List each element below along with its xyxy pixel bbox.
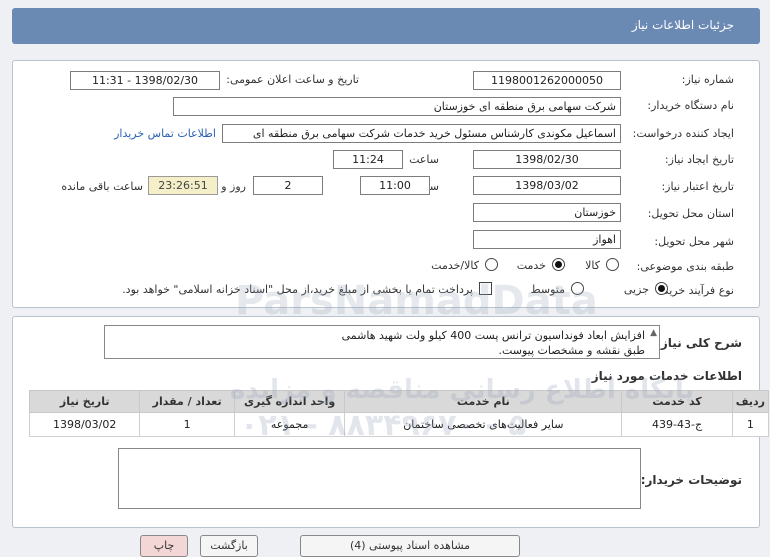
city-label: شهر محل تحویل: — [654, 235, 734, 248]
category-label: طبقه بندی موضوعی: — [636, 260, 734, 273]
remaining-days-field: 2 — [253, 176, 323, 195]
col-need-date: تاریخ نیاز — [28, 390, 141, 413]
services-header-row: ردیف کد خدمت نام خدمت واحد اندازه گیری ت… — [28, 390, 770, 413]
table-row: 1 ج-43-439 سایر فعالیت‌های تخصصی ساختمان… — [28, 412, 770, 437]
category-goods-label: کالا — [585, 259, 600, 272]
cell-service-name: سایر فعالیت‌های تخصصی ساختمان — [344, 412, 623, 437]
treasury-payment-checkbox[interactable] — [479, 282, 492, 295]
treasury-payment-note: پرداخت تمام یا بخشی از مبلغ خرید،از محل … — [122, 283, 473, 296]
valid-time-field: 11:00 — [360, 176, 430, 195]
page-header: جزئیات اطلاعات نیاز — [12, 8, 760, 44]
valid-date-label: تاریخ اعتبار نیاز: — [661, 180, 734, 193]
process-minor-label: جزیی — [623, 283, 649, 296]
days-label: روز و — [221, 180, 246, 193]
announce-field: 1398/02/30 - 11:31 — [70, 71, 220, 90]
cell-unit: مجموعه — [233, 412, 346, 437]
summary-label: شرح کلی نیاز: — [656, 336, 742, 350]
category-goods-radio[interactable] — [606, 258, 619, 271]
created-time-label: ساعت — [409, 153, 439, 166]
need-number-field: 1198001262000050 — [473, 71, 621, 90]
created-date-label: تاریخ ایجاد نیاز: — [664, 153, 734, 166]
remaining-label: ساعت باقی مانده — [61, 180, 143, 193]
scroll-up-icon[interactable]: ▲ — [650, 328, 657, 338]
summary-line-1: افزایش ابعاد فونداسیون ترانس پست 400 کیل… — [341, 329, 645, 342]
col-unit: واحد اندازه گیری — [233, 390, 346, 413]
process-minor-radio[interactable] — [655, 282, 668, 295]
cell-need-date: 1398/03/02 — [28, 412, 141, 437]
created-time-field: 11:24 — [333, 150, 403, 169]
buyer-notes-label: توضیحات خریدار: — [640, 473, 742, 487]
col-service-code: کد خدمت — [621, 390, 733, 413]
creator-label: ایجاد کننده درخواست: — [632, 127, 734, 140]
creator-field: اسماعیل مکوندی کارشناس مسئول خرید خدمات … — [222, 124, 621, 143]
category-goods-service-radio[interactable] — [485, 258, 498, 271]
buyer-notes-box — [118, 448, 641, 509]
process-label: نوع فرآیند خرید : — [656, 284, 734, 297]
services-title: اطلاعات خدمات مورد نیاز — [591, 369, 742, 383]
col-quantity: تعداد / مقدار — [139, 390, 235, 413]
cell-row: 1 — [731, 412, 770, 437]
summary-box: افزایش ابعاد فونداسیون ترانس پست 400 کیل… — [104, 325, 660, 359]
need-number-label: شماره نیاز: — [681, 73, 734, 86]
print-button[interactable]: چاپ — [140, 535, 188, 557]
process-medium-radio[interactable] — [571, 282, 584, 295]
category-service-radio[interactable] — [552, 258, 565, 271]
summary-line-2: طبق نقشه و مشخصات پیوست. — [498, 344, 645, 357]
remaining-time-field: 23:26:51 — [148, 176, 218, 195]
cell-service-code: ج-43-439 — [621, 412, 733, 437]
services-table: ردیف کد خدمت نام خدمت واحد اندازه گیری ت… — [28, 390, 770, 437]
col-service-name: نام خدمت — [344, 390, 623, 413]
category-goods-service-label: کالا/خدمت — [431, 259, 479, 272]
created-date-field: 1398/02/30 — [473, 150, 621, 169]
process-medium-label: متوسط — [530, 283, 565, 296]
buyer-org-label: نام دستگاه خریدار: — [647, 99, 734, 112]
back-button[interactable]: بازگشت — [200, 535, 258, 557]
cell-quantity: 1 — [139, 412, 235, 437]
page-title: جزئیات اطلاعات نیاز — [631, 18, 734, 32]
col-row: ردیف — [731, 390, 770, 413]
province-field: خوزستان — [473, 203, 621, 222]
view-attachments-button[interactable]: مشاهده اسناد پیوستی (4) — [300, 535, 520, 557]
announce-label: تاریخ و ساعت اعلان عمومی: — [226, 73, 359, 86]
buyer-org-field: شرکت سهامی برق منطقه ای خوزستان — [173, 97, 621, 116]
valid-date-field: 1398/03/02 — [473, 176, 621, 195]
province-label: استان محل تحویل: — [647, 207, 734, 220]
city-field: اهواز — [473, 230, 621, 249]
category-service-label: خدمت — [516, 259, 546, 272]
buyer-contact-link[interactable]: اطلاعات تماس خریدار — [114, 127, 216, 140]
